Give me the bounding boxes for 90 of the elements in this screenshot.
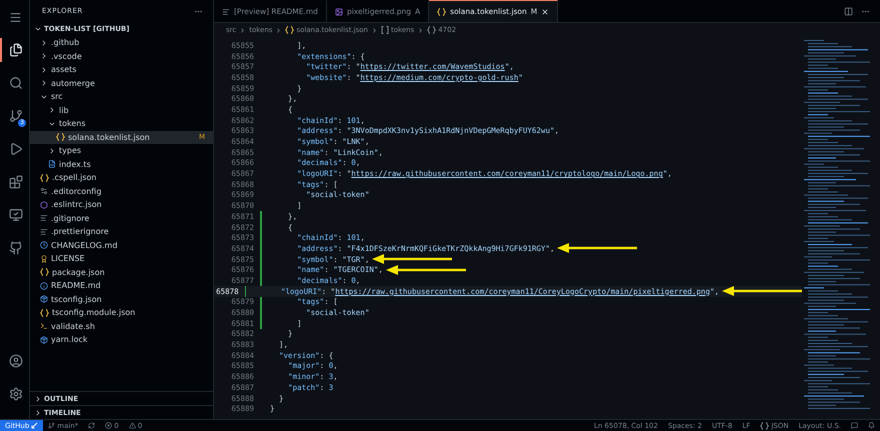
package-icon [40,336,48,344]
separator-icon [275,26,282,34]
ribbon-icon [40,254,48,263]
source-control-icon [8,109,22,123]
monitor-icon [8,208,22,222]
search-icon [8,76,22,90]
separator-icon [370,26,378,34]
remote-icon [31,422,38,429]
file-item[interactable]: README.md [30,279,213,292]
close-icon[interactable] [541,8,550,16]
file-item[interactable]: tsconfig.module.json [30,306,213,320]
account-icon[interactable] [8,354,22,368]
braces-icon [760,422,770,430]
file-name: .gitignore [51,214,90,223]
folder-item[interactable]: .vscode [30,50,213,63]
file-name: LICENSE [51,254,86,264]
lines-icon [222,8,230,16]
menu-icon[interactable] [9,10,22,24]
folder-item[interactable]: src [30,90,213,104]
file-item[interactable]: .eslintrc.json [30,198,213,212]
file-name: .vscode [51,52,83,61]
warning-icon [128,422,136,429]
separator-icon [239,26,246,34]
braces-icon [40,268,49,276]
file-name: validate.sh [51,322,96,331]
file-name: index.ts [59,160,92,169]
braces-icon [40,174,49,182]
lines-icon [40,214,48,222]
file-name: .github [51,38,80,48]
file-item[interactable]: .editorconfig [30,184,213,198]
file-name: package.json [52,268,106,277]
run-icon [8,142,22,156]
brackets-icon [380,26,389,34]
feedback-icon [851,422,858,429]
file-name: src [51,92,64,102]
file-name: automerge [51,78,96,88]
file-name: .cspell.json [52,173,98,182]
file-name: solana.tokenlist.json [68,132,151,142]
info-icon [40,282,48,290]
file-item[interactable]: package.json [30,266,213,279]
clock-icon [40,241,48,250]
file-name: CHANGELOG.md [51,240,118,250]
github-icon [8,241,22,255]
file-name: lib [59,106,70,115]
file-item[interactable]: CHANGELOG.md [30,238,213,252]
branch-icon [48,422,56,429]
terminal-icon [40,322,48,330]
braces-icon [40,308,49,317]
bell-icon [868,422,875,429]
folder-item[interactable]: .github [30,36,213,50]
file-name: tsconfig.module.json [52,308,136,318]
code-file-icon [48,160,56,168]
braces-icon [56,133,65,142]
chevron-icon [48,146,56,155]
file-name: tokens [59,119,87,128]
braces-icon [427,26,436,34]
file-name: assets [51,65,78,74]
folder-item[interactable]: automerge [30,76,213,90]
folder-item[interactable]: tokens [30,117,213,130]
file-item[interactable]: .prettierignore [30,225,213,238]
braces-icon [437,8,446,16]
braces-icon [285,26,294,34]
folder-item[interactable]: types [30,144,213,158]
folder-item[interactable]: assets [30,63,213,76]
file-item[interactable]: LICENSE [30,252,213,266]
image-icon [334,8,343,16]
file-item[interactable]: tsconfig.json [30,292,213,306]
split-editor-icon[interactable] [844,6,853,16]
file-item[interactable]: validate.sh [30,320,213,333]
file-item[interactable]: .gitignore [30,212,213,225]
files-icon [8,43,22,57]
lines-icon [40,228,48,236]
file-name: tsconfig.json [51,294,103,304]
folder-item[interactable]: lib [30,104,213,117]
settings-icon[interactable] [8,387,22,401]
sync-icon [88,422,96,429]
file-name: types [59,146,82,156]
error-icon [105,422,112,429]
file-name: yarn.lock [51,335,89,344]
package-icon [40,295,48,304]
file-name: .eslintrc.json [51,200,103,210]
file-name: .editorconfig [51,186,102,196]
file-item[interactable]: index.ts [30,158,213,171]
extensions-icon [8,175,22,189]
file-item[interactable]: yarn.lock [30,333,213,346]
file-name: README.md [51,281,102,290]
file-item[interactable]: .cspell.json [30,171,213,184]
separator-icon [417,26,424,34]
file-name: .prettierignore [51,227,110,236]
hexagon-icon [40,200,48,209]
